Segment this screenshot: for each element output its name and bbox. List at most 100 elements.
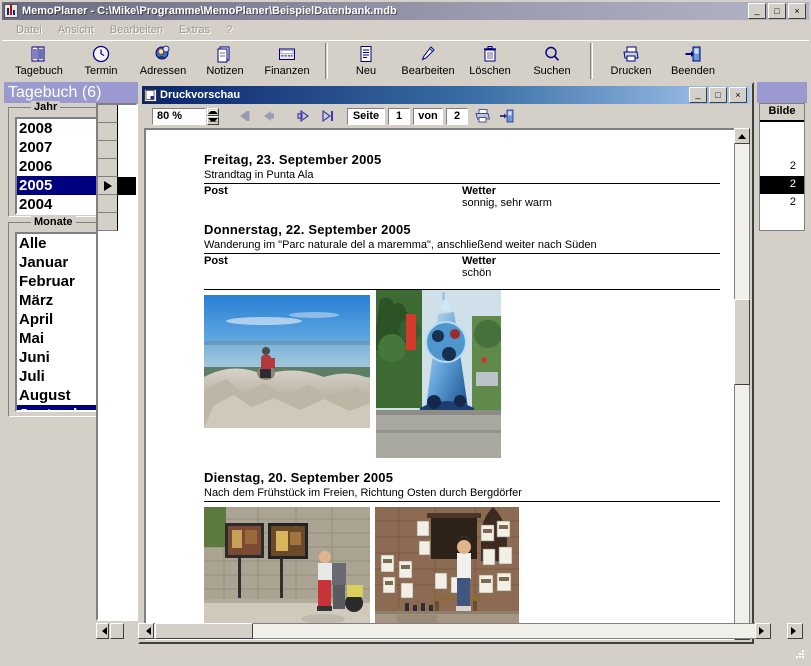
records-grid[interactable] — [96, 103, 138, 621]
workspace-hscrollbar[interactable] — [138, 623, 771, 639]
table-row[interactable] — [98, 213, 118, 231]
toolbar-button-loeschen[interactable]: Löschen — [459, 41, 521, 81]
toolbar-button-bearbeiten[interactable]: Bearbeiten — [397, 41, 459, 81]
toolbar-label: Finanzen — [264, 65, 310, 77]
preview-vscroll-thumb[interactable] — [734, 299, 750, 385]
weather-column: Wetter sonnig, sehr warm — [462, 185, 720, 209]
table-row[interactable] — [98, 105, 118, 123]
table-row[interactable] — [98, 159, 118, 177]
main-titlebar: MemoPlaner - C:\Mike\Programme\MemoPlane… — [2, 2, 809, 20]
bilder-row[interactable]: 2 — [760, 158, 804, 176]
entry-summary: Nach dem Frühstück im Freien, Richtung O… — [204, 487, 522, 499]
minimize-button[interactable]: _ — [748, 3, 766, 19]
chevron-left-icon — [142, 627, 151, 635]
toolbar-button-notizen[interactable]: Notizen — [194, 41, 256, 81]
weather-label: Wetter — [462, 255, 497, 267]
next-page-button[interactable] — [291, 106, 315, 126]
zoom-decrease-button[interactable] — [207, 116, 219, 125]
post-label: Post — [204, 255, 228, 267]
toolbar-button-drucken[interactable]: Drucken — [600, 41, 662, 81]
workspace-hscroll-thumb[interactable] — [155, 623, 253, 639]
toolbar-button-termin[interactable]: Termin — [70, 41, 132, 81]
clock-icon — [91, 43, 111, 65]
maximize-icon: □ — [774, 6, 780, 16]
export-button[interactable] — [495, 106, 519, 126]
printer-icon — [621, 43, 641, 65]
workspace-scroll-left-button[interactable] — [138, 623, 154, 639]
record-selector-column — [98, 105, 118, 231]
zoom-stepper[interactable] — [207, 107, 219, 125]
close-button[interactable]: × — [788, 3, 806, 19]
table-row[interactable] — [98, 141, 118, 159]
workspace-scroll-right-button[interactable] — [755, 623, 771, 639]
entry-summary: Wanderung im "Parc naturale del a maremm… — [204, 239, 597, 251]
menu-help[interactable]: ? — [218, 23, 240, 37]
last-page-button[interactable] — [315, 106, 339, 126]
bilder-row[interactable] — [760, 212, 804, 230]
grid-hscroll-left-button[interactable] — [96, 623, 109, 639]
maximize-icon: □ — [715, 90, 721, 100]
preview-maximize-button[interactable]: □ — [709, 87, 727, 103]
photo-hiker-on-rocks — [204, 295, 370, 428]
preview-paper: Freitag, 23. September 2005 Strandtag in… — [146, 130, 734, 626]
toolbar-button-beenden[interactable]: Beenden — [662, 41, 724, 81]
chevron-left-icon — [98, 627, 107, 635]
book-icon — [29, 43, 49, 65]
prev-page-button[interactable] — [257, 106, 281, 126]
print-button[interactable] — [471, 106, 495, 126]
toolbar-label: Löschen — [469, 65, 511, 77]
photo-market-stall — [375, 507, 519, 626]
preview-page-viewport[interactable]: Freitag, 23. September 2005 Strandtag in… — [144, 128, 748, 640]
table-row[interactable] — [98, 195, 118, 213]
toolbar-label: Drucken — [610, 65, 652, 77]
weather-value: schön — [462, 267, 492, 279]
contacts-icon — [153, 43, 173, 65]
zoom-input[interactable]: 80 % — [152, 107, 206, 125]
exit-icon — [683, 43, 703, 65]
grid-hscrollbar[interactable] — [96, 623, 138, 639]
preview-icon — [144, 88, 157, 102]
toolbar-button-neu[interactable]: Neu — [335, 41, 397, 81]
preview-minimize-button[interactable]: _ — [689, 87, 707, 103]
trash-icon — [480, 43, 500, 65]
table-row[interactable] — [98, 123, 118, 141]
preview-close-button[interactable]: × — [729, 87, 747, 103]
weather-label: Wetter — [462, 185, 497, 197]
menu-datei[interactable]: Datei — [8, 23, 50, 37]
minimize-icon: _ — [754, 5, 760, 15]
preview-window-title: Druckvorschau — [160, 89, 241, 101]
preview-scroll-up-button[interactable] — [734, 128, 750, 144]
menu-bearbeiten[interactable]: Bearbeiten — [102, 23, 171, 37]
grid-hscroll-thumb[interactable] — [110, 623, 124, 639]
photo-wall-posters — [204, 507, 370, 626]
outer-hscroll-right-button[interactable] — [787, 623, 803, 639]
minimize-icon: _ — [695, 89, 701, 99]
toolbar-label: Suchen — [533, 65, 571, 77]
of-label: von — [413, 107, 443, 125]
maximize-button[interactable]: □ — [768, 3, 786, 19]
bilder-row-selected[interactable]: 2 — [760, 176, 804, 194]
preview-vscrollbar[interactable] — [734, 128, 750, 640]
resize-grip[interactable] — [794, 648, 806, 660]
menu-ansicht[interactable]: Ansicht — [50, 23, 102, 37]
toolbar-button-tagebuch[interactable]: Tagebuch — [8, 41, 70, 81]
post-column: Post — [204, 255, 462, 279]
entry-photos — [204, 290, 720, 458]
preview-window-buttons: _ □ × — [689, 87, 747, 103]
bilder-row[interactable] — [760, 122, 804, 140]
page-count: 2 — [446, 107, 468, 125]
page-number-input[interactable]: 1 — [388, 107, 410, 125]
zoom-increase-button[interactable] — [207, 107, 219, 116]
bilder-row[interactable] — [760, 140, 804, 158]
toolbar-button-adressen[interactable]: Adressen — [132, 41, 194, 81]
document-body: Freitag, 23. September 2005 Strandtag in… — [204, 152, 720, 626]
table-row-current[interactable] — [98, 177, 118, 195]
bilder-row[interactable]: 2 — [760, 194, 804, 212]
toolbar-button-suchen[interactable]: Suchen — [521, 41, 583, 81]
bilder-grid[interactable]: Bilde 2 2 2 — [759, 103, 805, 231]
first-page-button[interactable] — [233, 106, 257, 126]
bilder-sidebar: Bilde 2 2 2 — [757, 103, 807, 643]
toolbar-button-finanzen[interactable]: Finanzen — [256, 41, 318, 81]
toolbar-separator — [325, 43, 328, 79]
menu-extras[interactable]: Extras — [171, 23, 218, 37]
